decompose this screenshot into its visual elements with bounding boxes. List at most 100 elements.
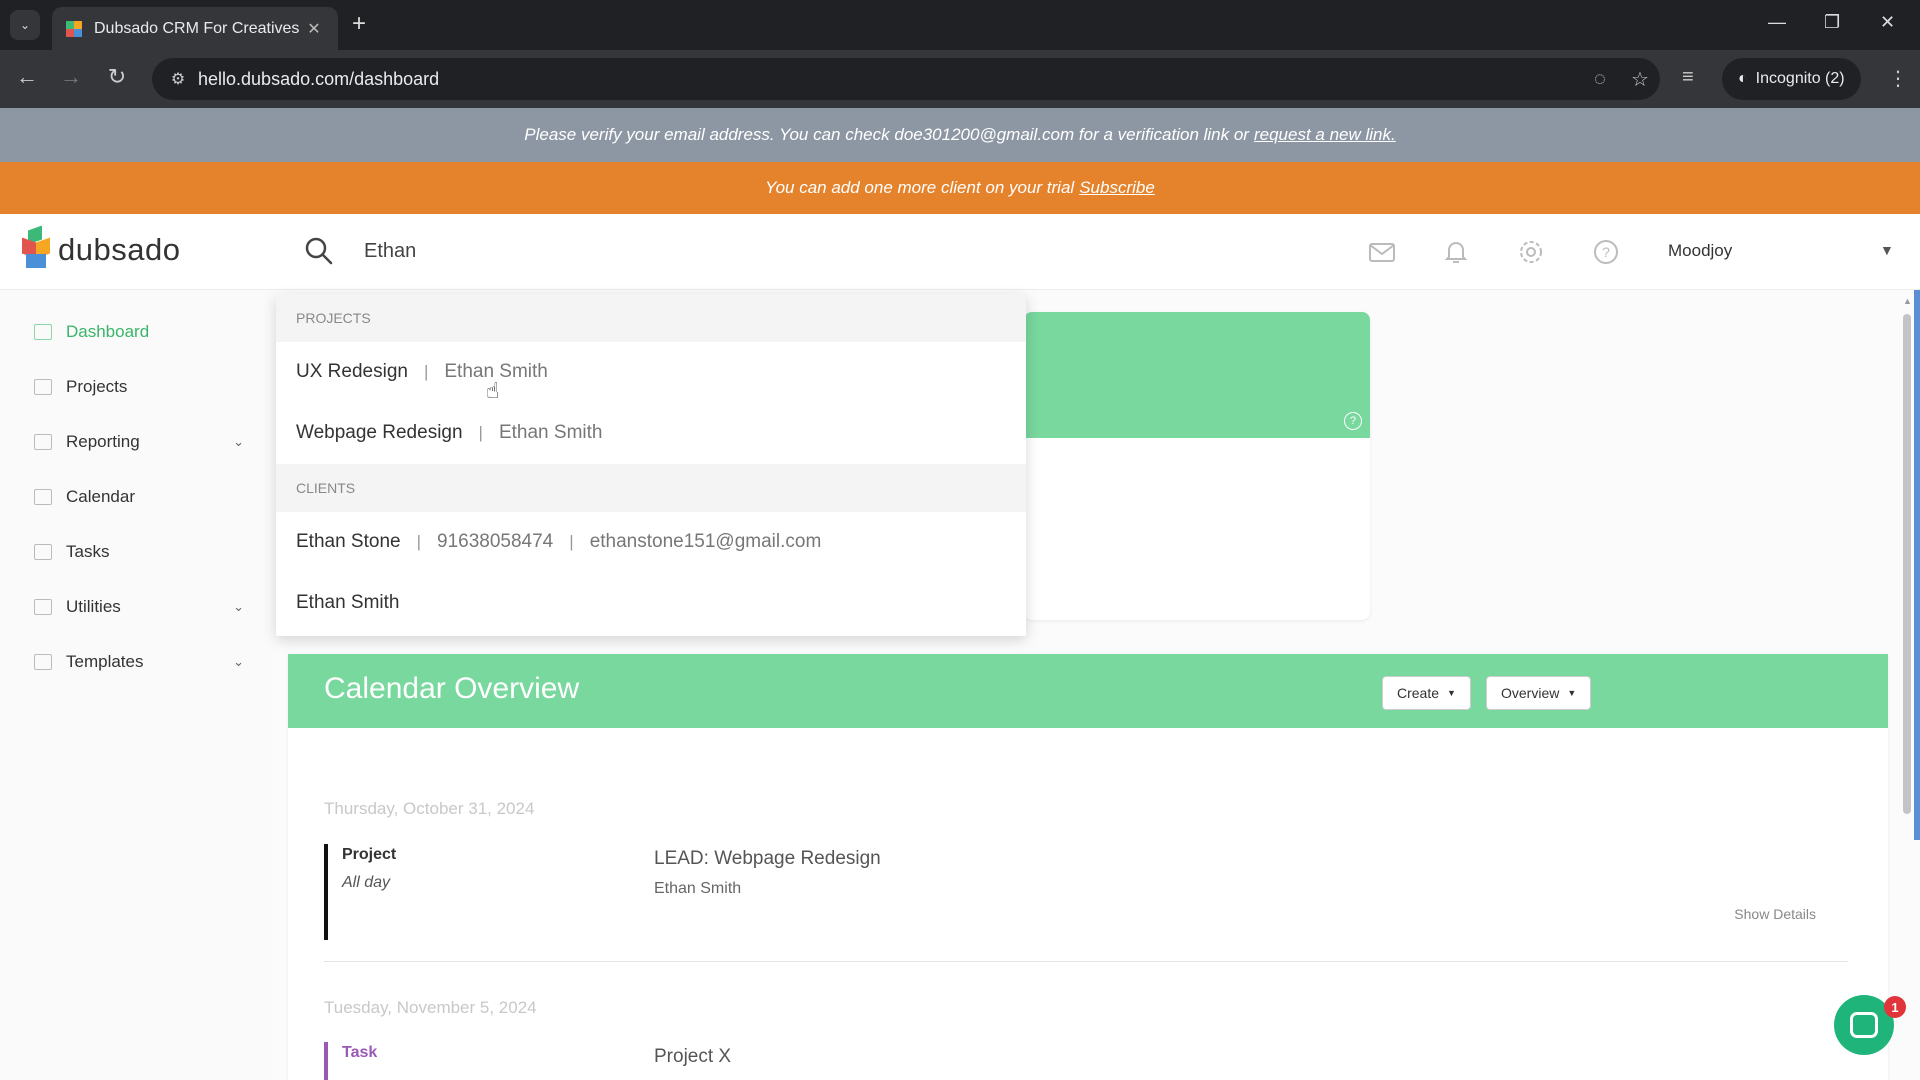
chevron-down-icon[interactable]: ⌄ [233,654,244,670]
sidebar-item-utilities[interactable]: Utilities ⌄ [34,592,244,622]
minimize-icon[interactable]: — [1768,12,1786,33]
help-icon[interactable]: ? [1344,412,1362,430]
separator: | [416,532,422,551]
browser-tab[interactable]: Dubsado CRM For Creatives ✕ [52,7,338,50]
event-type: Project [342,846,397,863]
browser-toolbar: ← → ↻ ⚙ hello.dubsado.com/dashboard ◌ ☆ … [0,50,1920,108]
tab-title: Dubsado CRM For Creatives [94,19,300,37]
sidebar-item-reporting[interactable]: Reporting ⌄ [34,427,244,457]
event-client: Ethan Smith [654,880,742,897]
create-label: Create [1397,685,1440,701]
calendar-overview-header: Calendar Overview Create ▼ Overview ▼ [288,654,1888,728]
sidebar-item-label: Tasks [66,542,110,561]
dashboard-widget-card: ? [1024,312,1370,620]
url-text[interactable]: hello.dubsado.com/dashboard [198,69,1580,90]
reload-icon[interactable]: ↻ [102,64,132,90]
overview-dropdown-button[interactable]: Overview ▼ [1486,676,1592,710]
browser-menu-icon[interactable]: ⋮ [1888,66,1908,91]
sidebar-item-label: Dashboard [66,322,150,341]
forward-arrow-icon[interactable]: → [56,64,86,90]
event-title: Project X [654,1046,732,1067]
new-tab-button[interactable]: + [352,12,366,36]
event-type: Task [342,1044,378,1061]
search-results-dropdown: PROJECTS UX Redesign | Ethan Smith Webpa… [276,294,1026,636]
calendar-event[interactable]: Task Project X [324,1042,1844,1080]
client-name: Ethan Smith [296,592,400,613]
sidebar-item-tasks[interactable]: Tasks [34,537,244,567]
sidebar-item-label: Templates [66,652,144,671]
dubsado-logo[interactable]: dubsado [22,225,181,272]
help-icon[interactable]: ? [1592,238,1620,266]
tab-close-button[interactable]: ✕ [304,19,324,39]
search-result-client[interactable]: Ethan Stone | 91638058474 | ethanstone15… [296,527,821,557]
dubsado-logo-icon [22,225,50,272]
project-name: Webpage Redesign [296,422,463,443]
overview-label: Overview [1501,685,1560,701]
separator: | [423,362,429,381]
tab-search-button[interactable]: ⌄ [10,10,40,40]
site-settings-icon[interactable]: ⚙ [158,69,198,89]
back-arrow-icon[interactable]: ← [12,64,42,90]
address-bar[interactable]: ⚙ hello.dubsado.com/dashboard ◌ ☆ [152,58,1660,100]
templates-icon [34,654,52,670]
reporting-icon [34,434,52,450]
svg-text:?: ? [1602,244,1610,260]
calendar-event[interactable]: Project All day LEAD: Webpage Redesign E… [324,844,1844,940]
scrollbar-thumb[interactable] [1903,314,1911,814]
search-result-project[interactable]: UX Redesign | Ethan Smith [296,357,548,387]
caret-down-icon: ▼ [1567,688,1577,698]
trial-text: You can add one more client on your tria… [765,178,1075,197]
sidebar-item-projects[interactable]: Projects [34,372,244,402]
tasks-icon [34,544,52,560]
search-icon[interactable] [304,236,334,266]
show-details-link[interactable]: Show Details [1734,906,1816,922]
dashboard-icon [34,324,52,340]
window-close-icon[interactable]: ✕ [1880,12,1895,33]
restore-icon[interactable]: ❐ [1824,12,1840,33]
pointer-hand-icon: ☝ [486,378,500,403]
chevron-down-icon[interactable]: ⌄ [233,599,244,615]
mail-icon[interactable] [1368,238,1396,266]
verify-text: Please verify your email address. You ca… [524,125,1249,144]
calendar-overview-card: Calendar Overview Create ▼ Overview ▼ Th… [288,654,1888,1080]
calendar-date-heading: Thursday, October 31, 2024 [324,799,535,818]
incognito-indicator[interactable]: ◐ Incognito (2) [1722,58,1861,100]
bell-icon[interactable] [1442,238,1470,266]
caret-down-icon: ▼ [1447,688,1456,698]
browser-tabstrip: ⌄ Dubsado CRM For Creatives ✕ + — ❐ ✕ [0,0,1920,50]
projects-icon [34,379,52,395]
search-input[interactable]: Ethan [364,240,416,263]
event-color-bar [324,844,328,940]
sidebar-item-label: Reporting [66,432,140,451]
client-email: ethanstone151@gmail.com [589,531,822,552]
create-dropdown-button[interactable]: Create ▼ [1382,676,1471,710]
separator: | [569,532,574,551]
chevron-down-icon[interactable]: ⌄ [233,434,244,450]
logo-wordmark: dubsado [58,232,181,267]
incognito-label: Incognito (2) [1755,70,1845,87]
request-new-link[interactable]: request a new link. [1254,125,1396,145]
page-accent-stripe [1914,290,1920,840]
scroll-up-icon[interactable]: ▲ [1903,296,1912,306]
verify-email-banner: Please verify your email address. You ca… [0,108,1920,162]
gear-icon[interactable] [1517,238,1545,266]
calendar-date-heading: Tuesday, November 5, 2024 [324,998,537,1017]
sidebar-item-calendar[interactable]: Calendar [34,482,244,512]
eye-slash-icon[interactable]: ◌ [1580,68,1620,91]
page-scrollbar[interactable]: ▲ [1900,296,1914,1080]
sidebar-item-templates[interactable]: Templates ⌄ [34,647,244,677]
user-menu[interactable]: Moodjoy [1668,241,1732,261]
widget-card-header: ? [1024,312,1370,438]
event-color-bar [324,1042,328,1080]
app-header: dubsado Ethan ? Moodjoy ▼ [0,214,1920,290]
search-result-client[interactable]: Ethan Smith [296,588,400,618]
bookmark-star-icon[interactable]: ☆ [1620,67,1660,92]
incognito-icon: ◐ [1738,70,1748,87]
sidebar-item-dashboard[interactable]: Dashboard [34,317,244,347]
subscribe-link[interactable]: Subscribe [1079,178,1155,198]
search-result-project[interactable]: Webpage Redesign | Ethan Smith [296,418,602,448]
chevron-down-icon[interactable]: ▼ [1880,242,1894,258]
calendar-icon [34,489,52,505]
separator: | [478,423,483,442]
reading-list-icon[interactable]: ≡ [1682,66,1694,89]
